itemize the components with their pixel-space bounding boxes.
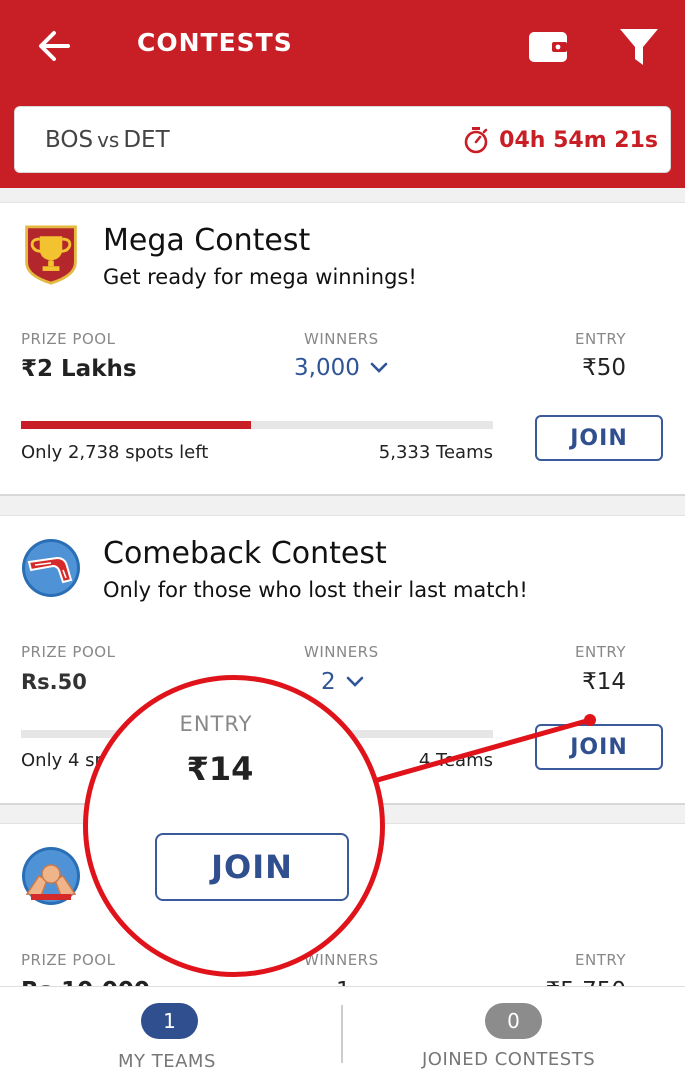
contest-title: Comeback Contest — [103, 536, 387, 571]
entry-label: ENTRY — [575, 643, 626, 661]
wallet-button[interactable] — [528, 28, 568, 64]
spots-left: Only 2,738 spots left — [21, 442, 209, 463]
prize-pool-value: Rs.50 — [21, 670, 87, 694]
page-title: CONTESTS — [137, 28, 293, 57]
entry-label: ENTRY — [575, 951, 626, 969]
contest-subtitle: Only for those who lost their last match… — [103, 578, 528, 602]
joined-count-badge: 0 — [485, 1003, 542, 1039]
zoom-entry-value: ₹14 — [186, 750, 254, 788]
contest-subtitle: Get ready for mega winnings! — [103, 265, 417, 289]
winners-label: WINNERS — [304, 951, 379, 969]
teams-count: 4 Teams — [418, 750, 493, 771]
my-teams-count-badge: 1 — [141, 1003, 198, 1039]
spots-progress-bar — [21, 421, 493, 429]
join-button[interactable]: JOIN — [535, 724, 663, 770]
filter-icon — [620, 29, 658, 65]
spots-progress-fill — [21, 421, 251, 429]
entry-value: ₹14 — [582, 669, 626, 695]
zoom-magnifier-circle: ENTRY ₹14 JOIN — [83, 675, 385, 977]
filter-button[interactable] — [618, 26, 660, 68]
prize-pool-label: PRIZE POOL — [21, 643, 116, 661]
wallet-icon — [529, 32, 567, 62]
arm-wrestling-icon — [22, 847, 80, 905]
entry-label: ENTRY — [575, 330, 626, 348]
team-a: BOS — [45, 127, 94, 153]
winners-label: WINNERS — [304, 330, 379, 348]
entry-value: ₹50 — [582, 355, 626, 381]
team-b: DET — [123, 127, 170, 153]
trophy-icon — [25, 225, 77, 285]
join-button[interactable]: JOIN — [535, 415, 663, 461]
contest-title: Mega Contest — [103, 223, 311, 258]
back-button[interactable] — [34, 26, 74, 66]
bottom-nav: 1 MY TEAMS 0 JOINED CONTESTS — [0, 986, 685, 1078]
winners-label: WINNERS — [304, 643, 379, 661]
tab-my-teams[interactable]: 1 MY TEAMS — [0, 987, 341, 1078]
arrow-left-icon — [39, 31, 70, 61]
chevron-down-icon — [370, 362, 388, 373]
app-header: CONTESTS BOS vs DET 04h 54m 21s — [0, 0, 685, 188]
winners-value: 2 — [321, 669, 336, 695]
tab-joined-contests[interactable]: 0 JOINED CONTESTS — [343, 987, 685, 1078]
winners-dropdown[interactable]: 2 — [321, 669, 364, 695]
chevron-down-icon — [346, 676, 363, 687]
prize-pool-label: PRIZE POOL — [21, 951, 116, 969]
contest-card-mega[interactable]: Mega Contest Get ready for mega winnings… — [0, 202, 685, 496]
boomerang-icon — [22, 539, 80, 597]
match-timer: 04h 54m 21s — [463, 126, 658, 154]
winners-dropdown[interactable]: 3,000 — [294, 355, 388, 381]
stopwatch-icon — [464, 127, 488, 154]
teams-count: 5,333 Teams — [378, 442, 493, 463]
prize-pool-label: PRIZE POOL — [21, 330, 116, 348]
zoom-entry-label: ENTRY — [179, 712, 253, 736]
winners-value: 3,000 — [294, 355, 360, 381]
prize-pool-value: ₹2 Lakhs — [21, 356, 137, 382]
match-info-bar: BOS vs DET 04h 54m 21s — [14, 106, 671, 173]
my-teams-label: MY TEAMS — [118, 1051, 216, 1072]
match-name: BOS vs DET — [45, 127, 170, 153]
zoom-join-button[interactable]: JOIN — [155, 833, 349, 901]
vs-text: vs — [97, 128, 120, 152]
joined-contests-label: JOINED CONTESTS — [422, 1049, 596, 1070]
timer-text: 04h 54m 21s — [499, 127, 658, 153]
